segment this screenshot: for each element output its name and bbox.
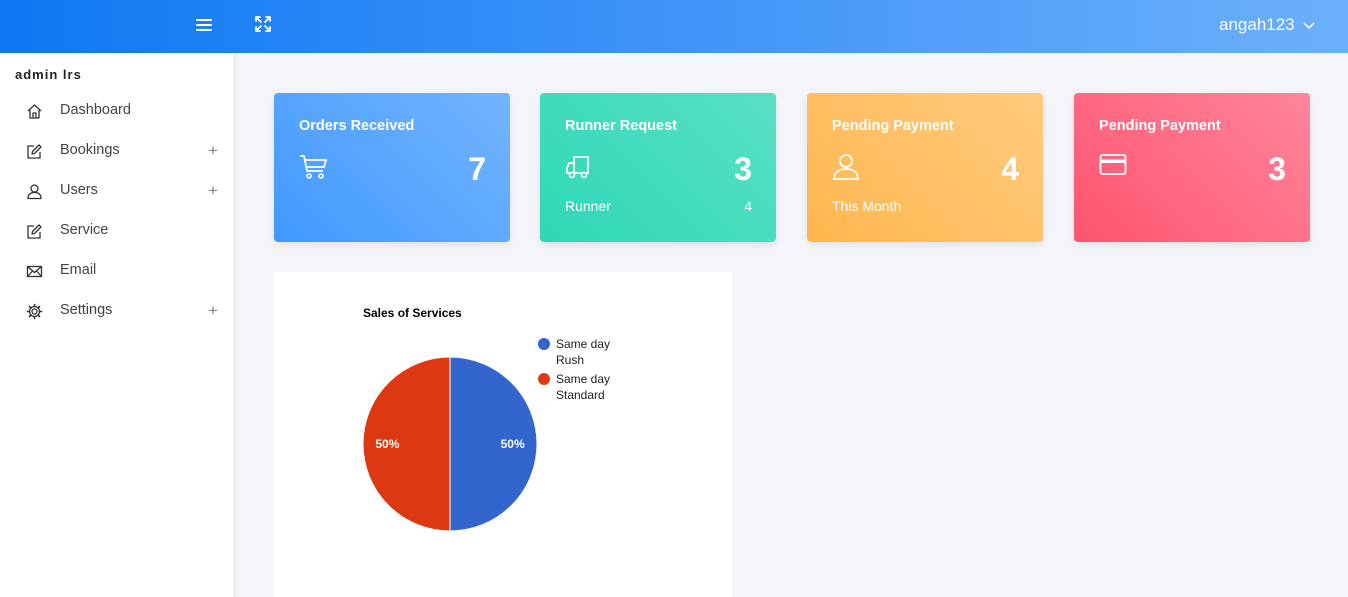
sales-chart-panel: 50% 50% Sales of Services Same day Rush S… [274, 272, 732, 597]
user-icon [833, 154, 859, 180]
sidebar-item-label: Service [60, 222, 109, 238]
card-title: Pending Payment [1099, 118, 1221, 134]
orders-received-card: Orders Received 7 [274, 93, 510, 242]
home-icon [27, 104, 42, 119]
sidebar-item-service[interactable]: Service [0, 211, 234, 251]
truck-icon [566, 156, 589, 179]
user-icon [27, 184, 42, 200]
cart-icon [300, 155, 327, 179]
sidebar-item-bookings[interactable]: Bookings + [0, 131, 234, 171]
pie-slice-label-0: 50% [501, 437, 525, 451]
username-label[interactable]: angah123 [1219, 15, 1295, 35]
pie-slice-label-1: 50% [375, 437, 399, 451]
legend-label-line2: Rush [556, 353, 585, 367]
sidebar-item-settings[interactable]: Settings + [0, 291, 234, 331]
sidebar-item-email[interactable]: Email [0, 251, 234, 291]
card-value: 4 [1001, 151, 1019, 187]
legend-item-rush[interactable]: Same day Rush [538, 336, 611, 368]
edit-icon [27, 224, 42, 239]
card-title: Pending Payment [832, 118, 954, 134]
mail-icon [26, 265, 43, 278]
pie-chart: 50% 50% [362, 356, 538, 532]
expand-plus-icon[interactable]: + [208, 301, 218, 321]
top-bar: angah123 [0, 0, 1348, 53]
pending-payment-card: Pending Payment 4 This Month [807, 93, 1043, 242]
expand-plus-icon[interactable]: + [208, 141, 218, 161]
gear-icon [26, 303, 43, 320]
sidebar-item-label: Bookings [60, 142, 120, 158]
sidebar-item-label: Dashboard [60, 102, 131, 118]
hamburger-icon[interactable] [196, 19, 214, 35]
legend-item-standard[interactable]: Same day Standard [538, 371, 611, 403]
chart-title: Sales of Services [363, 306, 462, 320]
legend-label-line1: Same day [556, 372, 611, 386]
runner-request-card: Runner Request 3 Runner 4 [540, 93, 776, 242]
card-value: 3 [1268, 151, 1286, 187]
card-title: Orders Received [299, 118, 415, 134]
sidebar-item-users[interactable]: Users + [0, 171, 234, 211]
expand-icon[interactable] [253, 14, 273, 34]
card-title: Runner Request [565, 118, 677, 134]
sidebar-item-label: Settings [60, 302, 113, 318]
sidebar-item-dashboard[interactable]: Dashboard [0, 91, 234, 131]
sidebar: admin lrs Dashboard Bookings + Users + S… [0, 53, 235, 597]
card-sub-value: 4 [744, 198, 752, 214]
credit-card-icon [1099, 154, 1127, 175]
expand-plus-icon[interactable]: + [208, 181, 218, 201]
sidebar-item-label: Email [60, 262, 97, 278]
sidebar-item-label: Users [60, 182, 98, 198]
card-value: 7 [468, 151, 486, 187]
legend-label-line1: Same day [556, 337, 611, 351]
chevron-down-icon[interactable] [1302, 18, 1316, 32]
legend-marker [538, 338, 550, 350]
card-value: 3 [734, 151, 752, 187]
legend-marker [538, 373, 550, 385]
pending-payment-card-2: Pending Payment 3 [1074, 93, 1310, 242]
edit-icon [27, 144, 42, 159]
legend-label-line2: Standard [556, 388, 605, 402]
card-sub-label: This Month [832, 198, 902, 214]
brand-name: admin lrs [15, 67, 82, 82]
card-sub-label: Runner [565, 198, 611, 214]
